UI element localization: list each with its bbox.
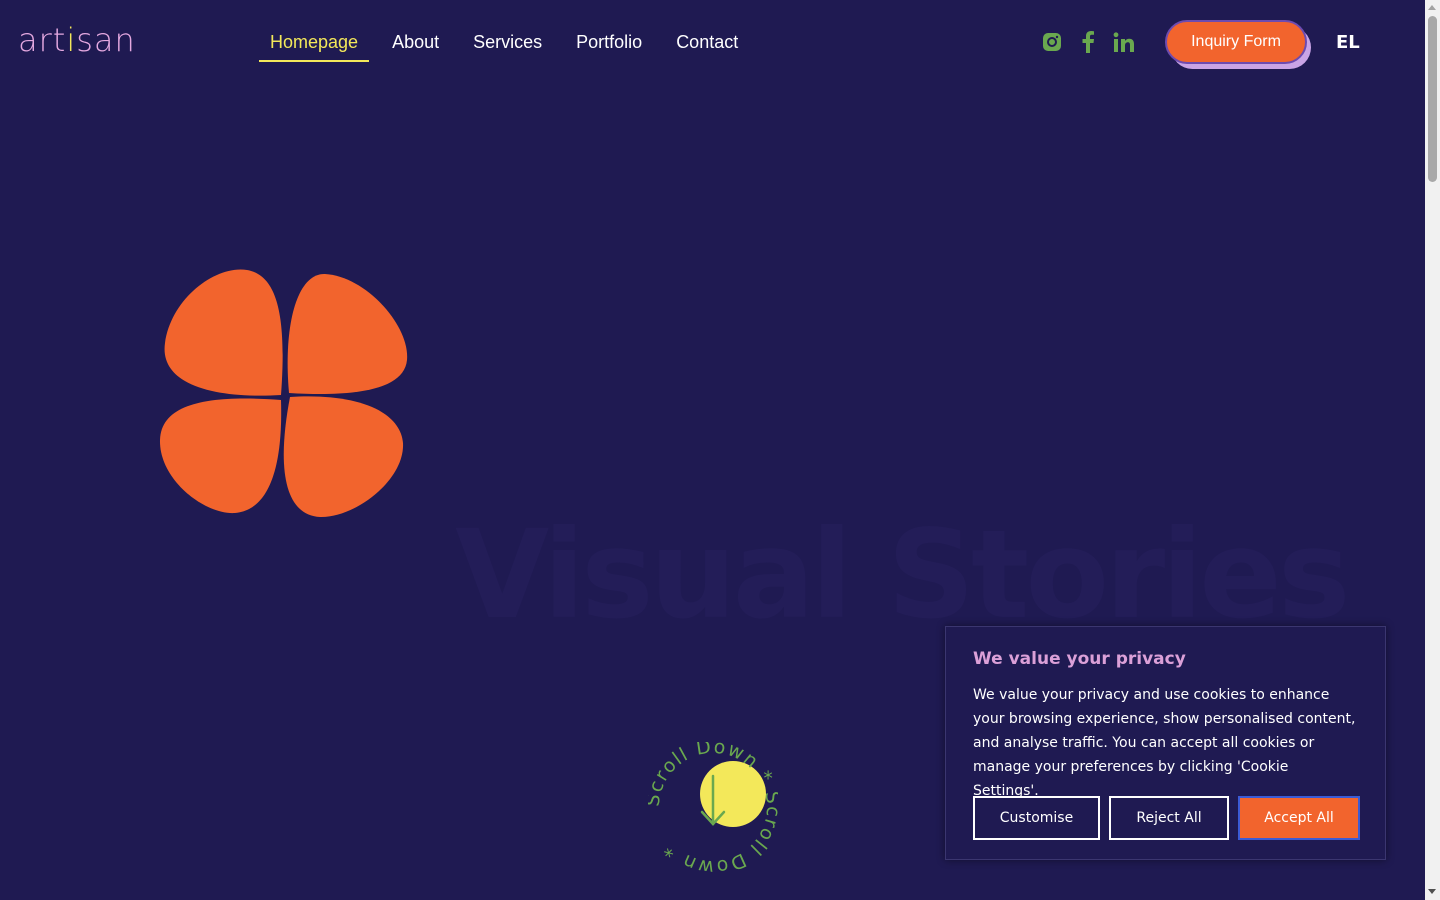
cookie-banner: We value your privacy We value your priv… bbox=[945, 626, 1386, 860]
scroll-down-arrow-icon[interactable] bbox=[1428, 889, 1436, 894]
inquiry-form-wrapper: Inquiry Form bbox=[1165, 20, 1313, 70]
reject-all-button[interactable]: Reject All bbox=[1109, 796, 1229, 840]
linkedin-icon[interactable] bbox=[1112, 30, 1136, 54]
cookie-text: We value your privacy and use cookies to… bbox=[973, 687, 1356, 799]
inquiry-form-button[interactable]: Inquiry Form bbox=[1165, 20, 1307, 64]
nav-item-homepage[interactable]: Homepage bbox=[259, 24, 370, 62]
accept-all-button[interactable]: Accept All bbox=[1238, 796, 1360, 840]
facebook-icon[interactable] bbox=[1076, 30, 1100, 54]
customise-button[interactable]: Customise bbox=[973, 796, 1100, 840]
cookie-buttons: Customise Reject All Accept All bbox=[973, 796, 1360, 840]
nav-item-portfolio[interactable]: Portfolio bbox=[565, 24, 653, 61]
nav-item-about[interactable]: About bbox=[381, 24, 450, 61]
scroll-down-button[interactable]: Scroll Down * Scroll Down * bbox=[642, 736, 783, 879]
instagram-icon[interactable] bbox=[1040, 30, 1064, 54]
social-links bbox=[1040, 30, 1136, 54]
scroll-up-arrow-icon[interactable] bbox=[1428, 5, 1436, 10]
scroll-thumb[interactable] bbox=[1428, 16, 1437, 182]
hero-title: Visual Stories bbox=[455, 510, 1351, 640]
page: artisan Homepage About Services Portfoli… bbox=[0, 0, 1440, 900]
logo[interactable]: artisan bbox=[18, 22, 186, 58]
main-nav: Homepage About Services Portfolio Contac… bbox=[259, 22, 761, 62]
language-switch[interactable]: EL bbox=[1336, 32, 1360, 53]
nav-item-contact[interactable]: Contact bbox=[665, 24, 749, 61]
clover-shape bbox=[155, 265, 415, 525]
nav-item-services[interactable]: Services bbox=[462, 24, 553, 61]
cookie-title: We value your privacy bbox=[973, 649, 1186, 669]
logo-text: artisan bbox=[18, 21, 136, 59]
site-header: artisan Homepage About Services Portfoli… bbox=[0, 0, 1425, 86]
vertical-scrollbar[interactable] bbox=[1425, 0, 1440, 900]
